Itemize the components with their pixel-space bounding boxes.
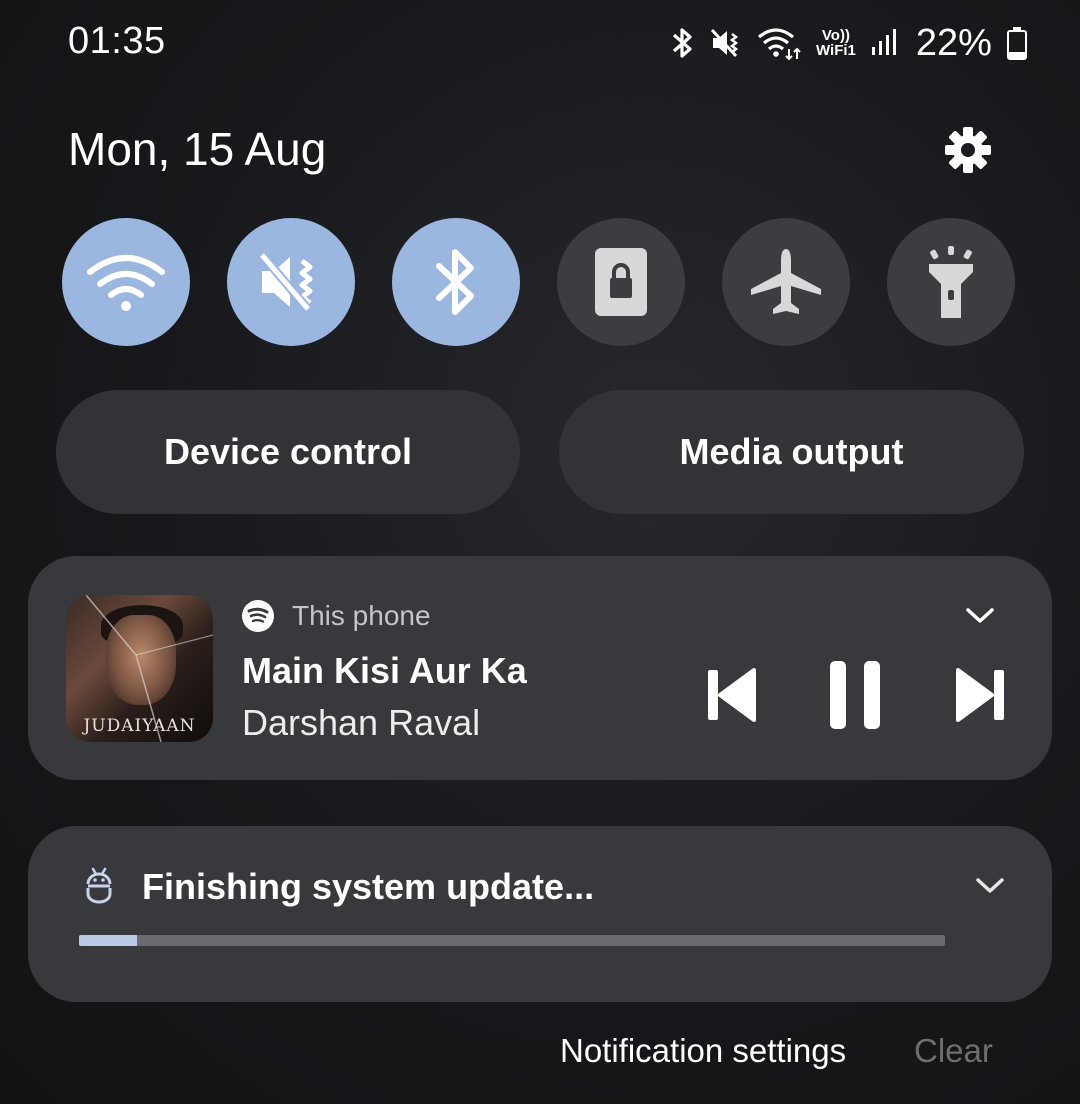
- system-update-notification[interactable]: [28, 826, 1052, 1002]
- media-output-button[interactable]: Media output: [559, 390, 1024, 514]
- update-progress-fill: [79, 935, 138, 946]
- bluetooth-icon: [672, 28, 692, 58]
- date-label: Mon, 15 Aug: [68, 123, 327, 175]
- device-control-label: Device control: [163, 431, 413, 472]
- previous-icon: [708, 668, 756, 722]
- battery-percent: 22%: [915, 21, 992, 64]
- flashlight-icon: [929, 246, 973, 318]
- gear-icon: [945, 127, 991, 173]
- settings-button[interactable]: [940, 122, 996, 178]
- battery-icon: [1006, 27, 1027, 60]
- spotify-icon: [242, 600, 274, 632]
- album-art-title: JUDAIYAAN: [83, 716, 196, 736]
- mute-vibrate-icon: [710, 28, 739, 58]
- lock-screen-icon: [595, 248, 647, 316]
- system-update-text: Finishing system update...: [142, 866, 595, 907]
- wifi-icon: [87, 255, 165, 311]
- toggle-flashlight[interactable]: [887, 218, 1015, 346]
- device-control-button[interactable]: Device control: [56, 390, 520, 514]
- pause-button[interactable]: [826, 658, 884, 732]
- toggle-airplane-mode[interactable]: [722, 218, 850, 346]
- media-expand-button[interactable]: [960, 600, 1000, 632]
- chevron-down-icon: [976, 878, 1004, 893]
- artist-name: Darshan Raval: [242, 702, 481, 743]
- toggle-sound[interactable]: [227, 218, 355, 346]
- album-art[interactable]: JUDAIYAAN: [66, 595, 213, 742]
- media-source-label: This phone: [292, 600, 431, 631]
- next-icon: [956, 668, 1004, 722]
- media-output-label: Media output: [679, 431, 904, 472]
- status-icons: Vo)) WiFi1 22%: [670, 18, 1028, 68]
- signal-icon: [871, 29, 896, 55]
- toggle-bluetooth[interactable]: [392, 218, 520, 346]
- toggle-screen-lock[interactable]: [557, 218, 685, 346]
- vowifi-bottom-label: WiFi1: [816, 42, 856, 59]
- clear-button[interactable]: Clear: [914, 1032, 993, 1070]
- bluetooth-icon: [436, 249, 474, 315]
- wifi-data-icon: [757, 28, 801, 61]
- update-progress-bar: [79, 935, 945, 946]
- song-title: Main Kisi Aur Ka: [242, 650, 527, 691]
- notification-settings-button[interactable]: Notification settings: [560, 1032, 846, 1070]
- chevron-down-icon: [966, 608, 994, 623]
- mute-vibrate-icon: [258, 252, 313, 312]
- next-track-button[interactable]: [952, 664, 1008, 726]
- vowifi-top-label: Vo)): [821, 27, 850, 44]
- vowifi-icon: Vo)) WiFi1: [816, 28, 856, 58]
- airplane-icon: [751, 249, 821, 314]
- status-time: 01:35: [68, 20, 166, 62]
- system-update-icon: [84, 866, 114, 904]
- toggle-wifi[interactable]: [62, 218, 190, 346]
- previous-track-button[interactable]: [704, 664, 760, 726]
- pause-icon: [830, 661, 880, 729]
- update-expand-button[interactable]: [970, 870, 1010, 902]
